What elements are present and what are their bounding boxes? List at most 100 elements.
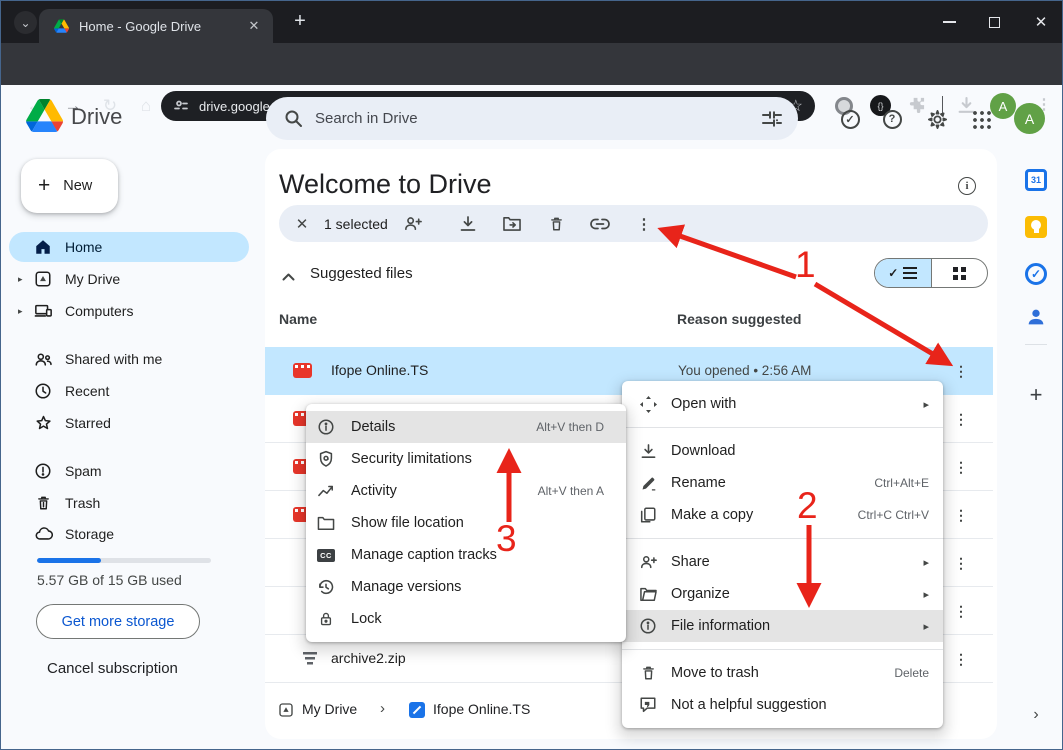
menu-item-download[interactable]: Download [622, 435, 943, 467]
search-icon[interactable] [284, 109, 303, 128]
row-more-kebab-icon[interactable]: ⋮ [951, 361, 971, 381]
row-more-kebab-icon[interactable]: ⋮ [951, 649, 971, 669]
sidebar-item-my-drive[interactable]: ▸ My Drive [9, 264, 249, 294]
tasks-icon[interactable]: ✓ [1024, 262, 1048, 286]
sidebar-item-home[interactable]: Home [9, 232, 249, 262]
sidebar-item-label: Shared with me [65, 351, 162, 367]
submenu-item-details[interactable]: Details Alt+V then D [306, 411, 626, 443]
menu-item-move-to-trash[interactable]: Move to trash Delete [622, 657, 943, 689]
submenu-item-security-limitations[interactable]: Security limitations [306, 443, 626, 475]
activity-icon [316, 481, 336, 501]
sidebar-item-starred[interactable]: Starred [9, 408, 249, 438]
settings-gear-icon[interactable] [925, 107, 949, 131]
row-more-kebab-icon[interactable]: ⋮ [951, 457, 971, 477]
site-info-icon[interactable] [174, 99, 188, 113]
toolbar-more-kebab-icon[interactable]: ⋮ [632, 212, 656, 236]
sidebar-item-recent[interactable]: Recent [9, 376, 249, 406]
menu-item-label: Make a copy [671, 507, 753, 523]
column-header-reason[interactable]: Reason suggested [677, 311, 801, 327]
grid-icon [953, 267, 966, 280]
download-icon[interactable] [456, 212, 480, 236]
view-toggle: ✓ [874, 258, 988, 288]
menu-item-share[interactable]: Share ▸ [622, 546, 943, 578]
submenu-item-manage-versions[interactable]: Manage versions [306, 571, 626, 603]
submenu-item-activity[interactable]: Activity Alt+V then A [306, 475, 626, 507]
copy-icon [638, 505, 658, 525]
menu-item-label: Details [351, 419, 395, 435]
sidebar-item-computers[interactable]: ▸ Computers [9, 296, 249, 326]
computers-icon [33, 301, 53, 321]
drive-favicon-icon [54, 19, 69, 33]
grid-view-button[interactable] [931, 259, 988, 287]
tab-search-icon[interactable]: ⌄ [14, 11, 37, 34]
home-icon [33, 237, 53, 257]
cancel-subscription-link[interactable]: Cancel subscription [47, 660, 178, 677]
submenu-item-lock[interactable]: Lock [306, 603, 626, 635]
extensions-puzzle-icon[interactable] [907, 96, 926, 114]
sidebar-item-spam[interactable]: Spam [9, 456, 249, 486]
menu-divider [622, 538, 943, 539]
breadcrumb-file[interactable]: Ifope Online.TS [433, 701, 530, 717]
info-icon [316, 417, 336, 437]
search-options-icon[interactable] [762, 110, 782, 128]
my-drive-icon [33, 269, 53, 289]
browser-toolbar: ← → ↻ ⌂ drive.google.com/drive/home ☆ {}… [1, 43, 1063, 85]
welcome-info-icon[interactable]: i [958, 177, 976, 195]
get-more-storage-button[interactable]: Get more storage [36, 604, 200, 639]
add-apps-icon[interactable]: + [1024, 383, 1048, 407]
breadcrumb-drive-icon [278, 702, 294, 723]
menu-item-rename[interactable]: Rename Ctrl+Alt+E [622, 467, 943, 499]
new-button[interactable]: + New [21, 159, 118, 213]
browser-tab[interactable]: Home - Google Drive ✕ [39, 9, 273, 43]
drive-profile-avatar[interactable]: A [1014, 103, 1045, 134]
apps-grid-icon[interactable] [969, 107, 993, 131]
contacts-icon[interactable] [1024, 305, 1048, 329]
selection-toolbar: ✕ 1 selected ⋮ [279, 205, 988, 242]
share-person-add-icon [638, 552, 658, 572]
expand-caret-icon[interactable]: ▸ [18, 306, 33, 317]
sidebar-item-trash[interactable]: Trash [9, 488, 249, 518]
menu-item-open-with[interactable]: Open with ▸ [622, 388, 943, 420]
help-icon[interactable]: ? [880, 107, 904, 131]
clear-selection-icon[interactable]: ✕ [292, 215, 312, 233]
search-input[interactable] [315, 110, 762, 127]
browser-home-icon[interactable]: ⌂ [133, 93, 159, 119]
share-person-add-icon[interactable] [401, 212, 425, 236]
row-more-kebab-icon[interactable]: ⋮ [951, 505, 971, 525]
submenu-caret-icon: ▸ [923, 556, 929, 569]
submenu-item-manage-caption-tracks[interactable]: CC Manage caption tracks [306, 539, 626, 571]
menu-item-make-a-copy[interactable]: Make a copy Ctrl+C Ctrl+V [622, 499, 943, 531]
row-more-kebab-icon[interactable]: ⋮ [951, 601, 971, 621]
browser-profile-avatar[interactable]: A [990, 93, 1016, 119]
menu-item-not-helpful[interactable]: Not a helpful suggestion [622, 689, 943, 721]
trash-icon[interactable] [544, 212, 568, 236]
search-bar[interactable] [266, 97, 798, 140]
collapse-chevron-icon[interactable] [282, 268, 295, 286]
move-to-folder-icon[interactable] [500, 212, 524, 236]
calendar-icon[interactable]: 31 [1024, 168, 1048, 192]
sidebar-item-shared-with-me[interactable]: Shared with me [9, 344, 249, 374]
window-minimize-button[interactable] [935, 11, 963, 33]
column-header-name[interactable]: Name [279, 311, 317, 327]
submenu-item-show-file-location[interactable]: Show file location [306, 507, 626, 539]
list-view-button[interactable]: ✓ [875, 259, 931, 287]
sidebar-item-storage[interactable]: Storage [9, 519, 249, 549]
section-title[interactable]: Suggested files [310, 265, 413, 282]
window-maximize-button[interactable] [980, 11, 1008, 33]
new-tab-button[interactable]: + [289, 11, 311, 33]
row-more-kebab-icon[interactable]: ⋮ [951, 409, 971, 429]
menu-item-organize[interactable]: Organize ▸ [622, 578, 943, 610]
keep-icon[interactable] [1024, 215, 1048, 239]
offline-ready-icon[interactable]: ✓ [838, 107, 862, 131]
expand-caret-icon[interactable]: ▸ [18, 274, 33, 285]
window-close-button[interactable]: ✕ [1027, 11, 1055, 33]
tab-close-icon[interactable]: ✕ [245, 17, 263, 35]
breadcrumb-parent[interactable]: My Drive [302, 701, 357, 717]
copy-link-icon[interactable] [588, 212, 612, 236]
drive-logo-icon [26, 99, 63, 137]
menu-item-label: Not a helpful suggestion [671, 697, 827, 713]
show-side-panel-icon[interactable]: › [1024, 703, 1048, 727]
closed-captions-icon: CC [316, 545, 336, 565]
menu-item-file-information[interactable]: File information ▸ [622, 610, 943, 642]
row-more-kebab-icon[interactable]: ⋮ [951, 553, 971, 573]
